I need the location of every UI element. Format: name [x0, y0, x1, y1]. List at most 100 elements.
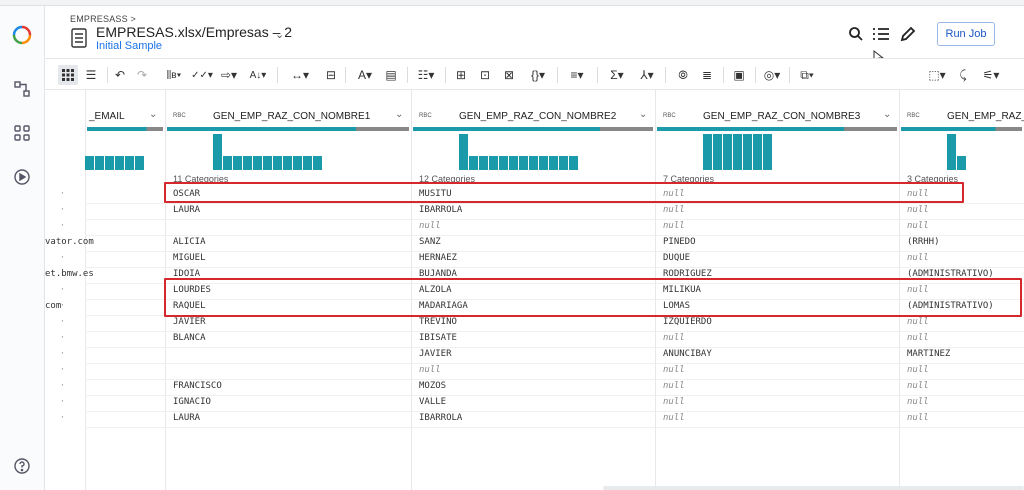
column-menu-chevron-icon[interactable]: ⌄: [639, 109, 647, 120]
table-cell[interactable]: JAVIER: [173, 317, 206, 327]
move-columns-icon[interactable]: ↔▾: [285, 65, 315, 85]
column-header[interactable]: GEN_EMP_RAZ_CON_NOMBRE1: [213, 106, 370, 126]
histogram-bar[interactable]: [947, 134, 956, 170]
flow-icon[interactable]: [11, 78, 33, 100]
dataset-title[interactable]: EMPRESAS.xlsx/Empresas – 2: [96, 24, 292, 40]
transform-settings-icon[interactable]: ⤹: [953, 65, 973, 85]
table-cell[interactable]: BLANCA: [173, 333, 206, 343]
redo-icon[interactable]: ↷: [133, 65, 151, 85]
table-cell[interactable]: null: [419, 221, 441, 231]
split-icon[interactable]: ⊡: [475, 65, 495, 85]
validate-icon[interactable]: ✓✓▾: [191, 65, 213, 85]
filter-icon[interactable]: ≡▾: [563, 65, 591, 85]
table-cell[interactable]: IBARROLA: [419, 205, 462, 215]
histogram-bar[interactable]: [743, 134, 752, 170]
table-cell[interactable]: IBARROLA: [419, 413, 462, 423]
table-cell[interactable]: et.bmw.es: [45, 269, 94, 279]
table-cell[interactable]: MIGUEL: [173, 253, 206, 263]
histogram-bar[interactable]: [95, 156, 104, 170]
table-cell[interactable]: vator.com: [45, 237, 94, 247]
table-cell[interactable]: null: [907, 253, 929, 263]
table-cell[interactable]: null: [663, 413, 685, 423]
histogram-bar[interactable]: [115, 156, 124, 170]
histogram-bar[interactable]: [753, 134, 762, 170]
histogram-bar[interactable]: [125, 156, 134, 170]
column-header[interactable]: _EMAIL: [89, 106, 125, 126]
histogram-bar[interactable]: [499, 156, 508, 170]
table-cell[interactable]: IZQUIERDO: [663, 317, 712, 327]
histogram-bar[interactable]: [253, 156, 262, 170]
table-cell[interactable]: FRANCISCO: [173, 381, 222, 391]
table-cell[interactable]: null: [663, 221, 685, 231]
table-cell[interactable]: com: [45, 301, 61, 311]
table-cell[interactable]: VALLE: [419, 397, 446, 407]
histogram-bar[interactable]: [713, 134, 722, 170]
histogram-bar[interactable]: [273, 156, 282, 170]
table-cell[interactable]: SANZ: [419, 237, 441, 247]
target-icon[interactable]: ◎▾: [759, 65, 785, 85]
column-type-badge[interactable]: RBC: [173, 113, 186, 119]
table-cell[interactable]: JAVIER: [419, 349, 452, 359]
histogram-bar[interactable]: [723, 134, 732, 170]
comment-icon[interactable]: ▣: [729, 65, 749, 85]
histogram-bar[interactable]: [135, 156, 144, 170]
histogram-bar[interactable]: [313, 156, 322, 170]
histogram-bar[interactable]: [233, 156, 242, 170]
column-header[interactable]: GEN_EMP_RAZ_CON_NOMBRE2: [459, 106, 616, 126]
histogram-bar[interactable]: [479, 156, 488, 170]
table-cell[interactable]: HERNAEZ: [419, 253, 457, 263]
table-cell[interactable]: null: [907, 221, 929, 231]
histogram-bar[interactable]: [85, 156, 94, 170]
histogram-bar[interactable]: [763, 134, 772, 170]
table-cell[interactable]: null: [663, 365, 685, 375]
table-cell[interactable]: LAURA: [173, 413, 200, 423]
histogram-bar[interactable]: [243, 156, 252, 170]
list-view-icon[interactable]: ☰: [81, 65, 101, 85]
histogram-bar[interactable]: [569, 156, 578, 170]
move-icon[interactable]: ⇨▾: [217, 65, 241, 85]
edit-pen-icon[interactable]: [898, 24, 918, 44]
library-grid-icon[interactable]: [11, 122, 33, 144]
table-cell[interactable]: MOZOS: [419, 381, 446, 391]
table-cell[interactable]: null: [663, 397, 685, 407]
column-type-badge[interactable]: RBC: [907, 113, 920, 119]
extract-icon[interactable]: ⊠: [499, 65, 519, 85]
table-cell[interactable]: null: [663, 205, 685, 215]
histogram-bar[interactable]: [519, 156, 528, 170]
selection-icon[interactable]: ⬚▾: [925, 65, 949, 85]
table-cell[interactable]: null: [907, 317, 929, 327]
histogram-bar[interactable]: [223, 156, 232, 170]
app-logo-icon[interactable]: [11, 24, 33, 46]
recipe-list-icon[interactable]: [871, 24, 891, 44]
table-cell[interactable]: ALICIA: [173, 237, 206, 247]
histogram-bar[interactable]: [733, 134, 742, 170]
column-menu-chevron-icon[interactable]: ⌄: [149, 109, 157, 120]
multi-column-icon[interactable]: ⧉▾: [793, 65, 821, 85]
column-type-badge[interactable]: RBC: [419, 113, 432, 119]
histogram-bar[interactable]: [539, 156, 548, 170]
table-cell[interactable]: IGNACIO: [173, 397, 211, 407]
table-cell[interactable]: DUQUE: [663, 253, 690, 263]
column-type-badge[interactable]: RBC: [663, 113, 676, 119]
column-header[interactable]: GEN_EMP_RAZ_C: [947, 106, 1024, 126]
histogram-bar[interactable]: [263, 156, 272, 170]
histogram-bar[interactable]: [957, 156, 966, 170]
filter-rows-icon[interactable]: ☷▾: [413, 65, 439, 85]
table-cell[interactable]: MARTINEZ: [907, 349, 950, 359]
table-cell[interactable]: null: [907, 205, 929, 215]
sample-link[interactable]: Initial Sample: [96, 40, 162, 52]
table-cell[interactable]: IBISATE: [419, 333, 457, 343]
table-cell[interactable]: ANUNCIBAY: [663, 349, 712, 359]
table-cell[interactable]: LAURA: [173, 205, 200, 215]
breadcrumb[interactable]: EMPRESASS >: [70, 14, 136, 24]
histogram-bar[interactable]: [283, 156, 292, 170]
histogram-bar[interactable]: [489, 156, 498, 170]
table-cell[interactable]: null: [419, 365, 441, 375]
run-play-icon[interactable]: [11, 166, 33, 188]
histogram-bar[interactable]: [469, 156, 478, 170]
pivot-icon[interactable]: ⊟: [321, 65, 341, 85]
table-cell[interactable]: null: [907, 333, 929, 343]
table-cell[interactable]: null: [907, 381, 929, 391]
search-icon[interactable]: [846, 24, 866, 44]
text-format-icon[interactable]: A▾: [353, 65, 377, 85]
